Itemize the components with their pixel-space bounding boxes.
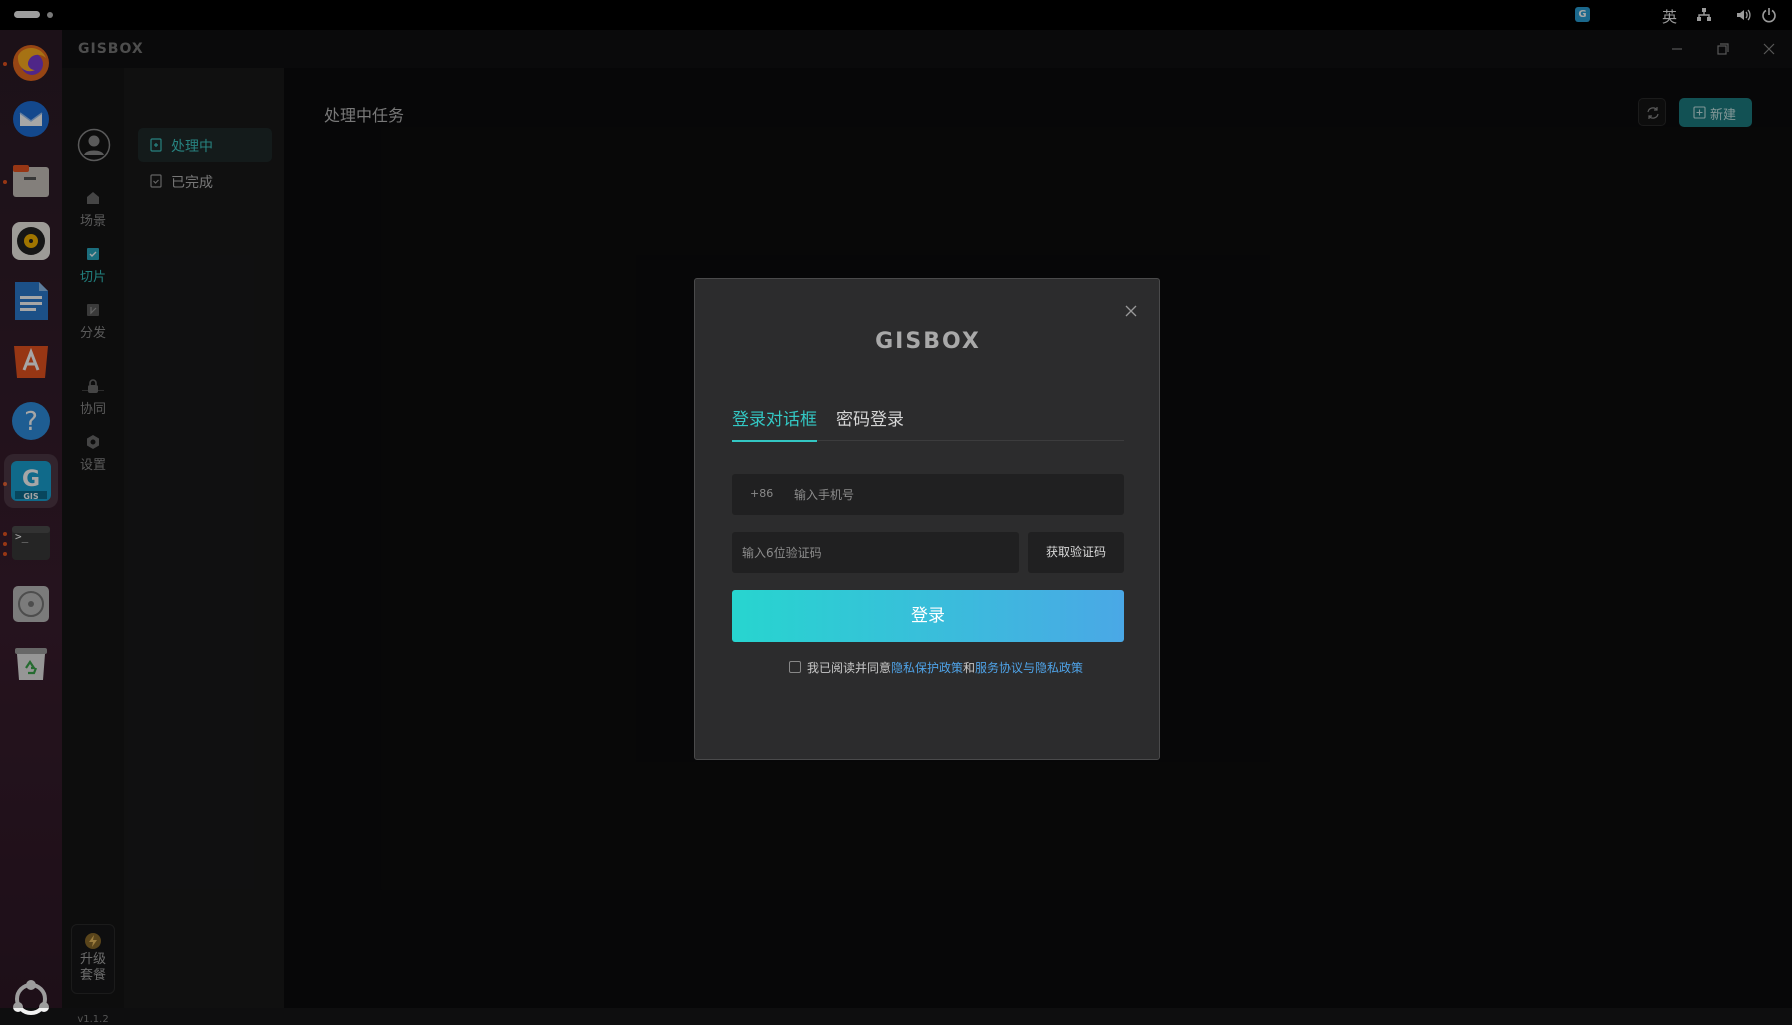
agree-prefix: 我已阅读并同意 bbox=[807, 661, 892, 675]
service-agreement-link[interactable]: 服务协议与隐私政策 bbox=[975, 661, 1083, 675]
agree-and: 和 bbox=[963, 661, 976, 675]
privacy-policy-link[interactable]: 隐私保护政策 bbox=[891, 661, 963, 675]
tab-sms-login[interactable]: 登录对话框 bbox=[732, 405, 817, 442]
code-field bbox=[732, 532, 1019, 573]
country-code[interactable]: +86 bbox=[750, 487, 773, 500]
tab-label: 登录对话框 bbox=[732, 410, 817, 430]
login-dialog: GISBOX 登录对话框 密码登录 +86 获取验证码 登录 我已阅读并同意隐私… bbox=[694, 278, 1160, 760]
phone-field: +86 bbox=[732, 474, 1124, 515]
close-icon[interactable] bbox=[1123, 303, 1139, 319]
login-button[interactable]: 登录 bbox=[732, 590, 1124, 642]
version-label: v1.1.2 bbox=[77, 1014, 109, 1025]
tab-label: 密码登录 bbox=[836, 410, 904, 430]
verification-code-input[interactable] bbox=[742, 532, 1012, 573]
login-tabs: 登录对话框 密码登录 bbox=[732, 405, 1124, 442]
tab-password-login[interactable]: 密码登录 bbox=[836, 405, 904, 441]
get-code-button[interactable]: 获取验证码 bbox=[1028, 532, 1124, 573]
agreement-checkbox[interactable] bbox=[789, 661, 801, 673]
agreement-text: 我已阅读并同意隐私保护政策和服务协议与隐私政策 bbox=[807, 659, 1083, 676]
active-tab-underline bbox=[732, 440, 817, 442]
phone-input[interactable] bbox=[794, 474, 1114, 515]
dialog-logo: GISBOX bbox=[875, 329, 981, 354]
